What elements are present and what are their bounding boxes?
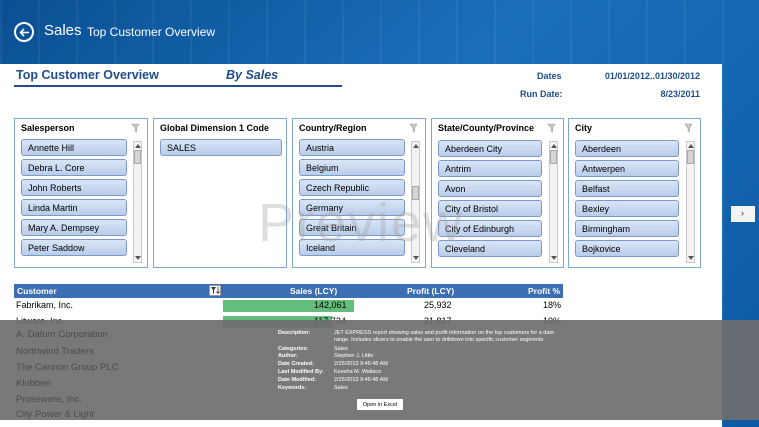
created-value: 2/25/2013 9:46:48 AM — [334, 361, 388, 367]
slicer-item[interactable]: Birmingham — [575, 220, 679, 237]
title-underline — [14, 85, 342, 87]
page-title: Top Customer Overview — [87, 25, 216, 39]
open-in-excel-button[interactable]: Open in Excel — [357, 399, 403, 410]
sort-filter-icon[interactable] — [209, 285, 221, 296]
col-profit-pct: Profit % — [528, 286, 561, 296]
col-sales: Sales (LCY) — [290, 286, 338, 296]
slicer-item[interactable]: Antrim — [438, 160, 542, 177]
back-button[interactable] — [14, 22, 34, 42]
dimmed-customer: A. Datum Corporation — [16, 329, 108, 340]
modified-by-label: Last Modified By: — [278, 369, 324, 375]
dimmed-customer: Northwind Traders — [16, 346, 94, 357]
keywords-value: Sales — [334, 385, 348, 391]
app-header: Sales Top Customer Overview — [0, 0, 759, 64]
cell-profit: 25,932 — [424, 300, 452, 310]
dimmed-customer: City Power & Light — [16, 409, 95, 420]
preview-watermark: Preview — [258, 193, 465, 253]
slicer-item[interactable]: Debra L. Core — [21, 159, 127, 176]
cell-sales: 142,061 — [314, 300, 347, 310]
author-value: Stephen J. Little — [334, 353, 374, 359]
slicer-title: Salesperson — [21, 123, 75, 133]
modified-label: Date Modified: — [278, 377, 316, 383]
chevron-right-icon: › — [741, 208, 744, 218]
slicer-salesperson: Salesperson Annette Hill Debra L. Core J… — [14, 118, 148, 268]
clear-filter-icon[interactable] — [547, 123, 557, 133]
report-title: Top Customer Overview — [16, 68, 159, 82]
slicer-item[interactable]: Belfast — [575, 180, 679, 197]
next-page-button[interactable]: › — [731, 206, 755, 222]
dates-value: 01/01/2012..01/30/2012 — [604, 71, 700, 81]
dimmed-customer: The Cannon Group PLC — [16, 362, 119, 373]
modified-value: 2/25/2013 9:46:48 AM — [334, 377, 388, 383]
slicer-item[interactable]: Bexley — [575, 200, 679, 217]
slicer-item[interactable]: Mary A. Dempsey — [21, 219, 127, 236]
clear-filter-icon[interactable] — [409, 123, 419, 133]
slicer-item[interactable]: Bojkovice — [575, 240, 679, 257]
modified-by-value: Keesha M. Wallace — [334, 369, 382, 375]
description-value: JET EXPRESS report showing sales and pro… — [334, 330, 555, 343]
slicer-title: Country/Region — [299, 123, 367, 133]
categories-label: Categories: — [278, 346, 309, 352]
slicer-item[interactable]: John Roberts — [21, 179, 127, 196]
slicer-item[interactable]: Aberdeen — [575, 140, 679, 157]
slicer-title: State/County/Province — [438, 123, 535, 133]
table-header: Customer Sales (LCY) Profit (LCY) Profit… — [14, 284, 563, 298]
dimmed-customer: Klubben — [16, 378, 51, 389]
col-customer: Customer — [17, 286, 57, 296]
created-label: Date Created: — [278, 361, 314, 367]
dates-label: Dates — [537, 71, 562, 81]
slicer-title: Global Dimension 1 Code — [160, 123, 270, 133]
report-subtitle: By Sales — [226, 68, 279, 82]
slicer-scrollbar[interactable] — [549, 141, 558, 263]
slicer-title: City — [575, 123, 593, 133]
app-title: Sales — [44, 22, 82, 39]
slicer-item[interactable]: Belgium — [299, 159, 405, 176]
report-info-overlay: A. Datum Corporation Northwind Traders T… — [0, 320, 759, 420]
slicer-item[interactable]: SALES — [160, 139, 282, 156]
slicer-city: City Aberdeen Antwerpen Belfast Bexley B… — [568, 118, 701, 268]
slicer-scrollbar[interactable] — [133, 141, 142, 263]
slicer-scrollbar[interactable] — [686, 141, 695, 263]
run-date-label: Run Date: — [520, 89, 563, 99]
clear-filter-icon[interactable] — [131, 123, 141, 133]
categories-value: Sales — [334, 346, 348, 352]
slicer-item[interactable]: Austria — [299, 139, 405, 156]
slicer-item[interactable]: Aberdeen City — [438, 140, 542, 157]
dimmed-customer: Proseware, Inc. — [16, 394, 82, 405]
author-label: Author: — [278, 353, 298, 359]
cell-customer: Fabrikam, Inc. — [16, 300, 74, 310]
slicer-item[interactable]: Annette Hill — [21, 139, 127, 156]
slicer-item[interactable]: Antwerpen — [575, 160, 679, 177]
run-date-value: 8/23/2011 — [660, 89, 700, 99]
back-arrow-icon — [19, 28, 29, 37]
keywords-label: Keywords: — [278, 385, 307, 391]
cell-profit-pct: 18% — [543, 300, 562, 310]
slicer-item[interactable]: Peter Saddow — [21, 239, 127, 256]
col-profit: Profit (LCY) — [407, 286, 455, 296]
clear-filter-icon[interactable] — [684, 123, 694, 133]
slicer-item[interactable]: Linda Martin — [21, 199, 127, 216]
description-label: Description: — [278, 330, 311, 336]
table-row[interactable]: Fabrikam, Inc. 142,061 25,932 18% — [14, 299, 563, 313]
